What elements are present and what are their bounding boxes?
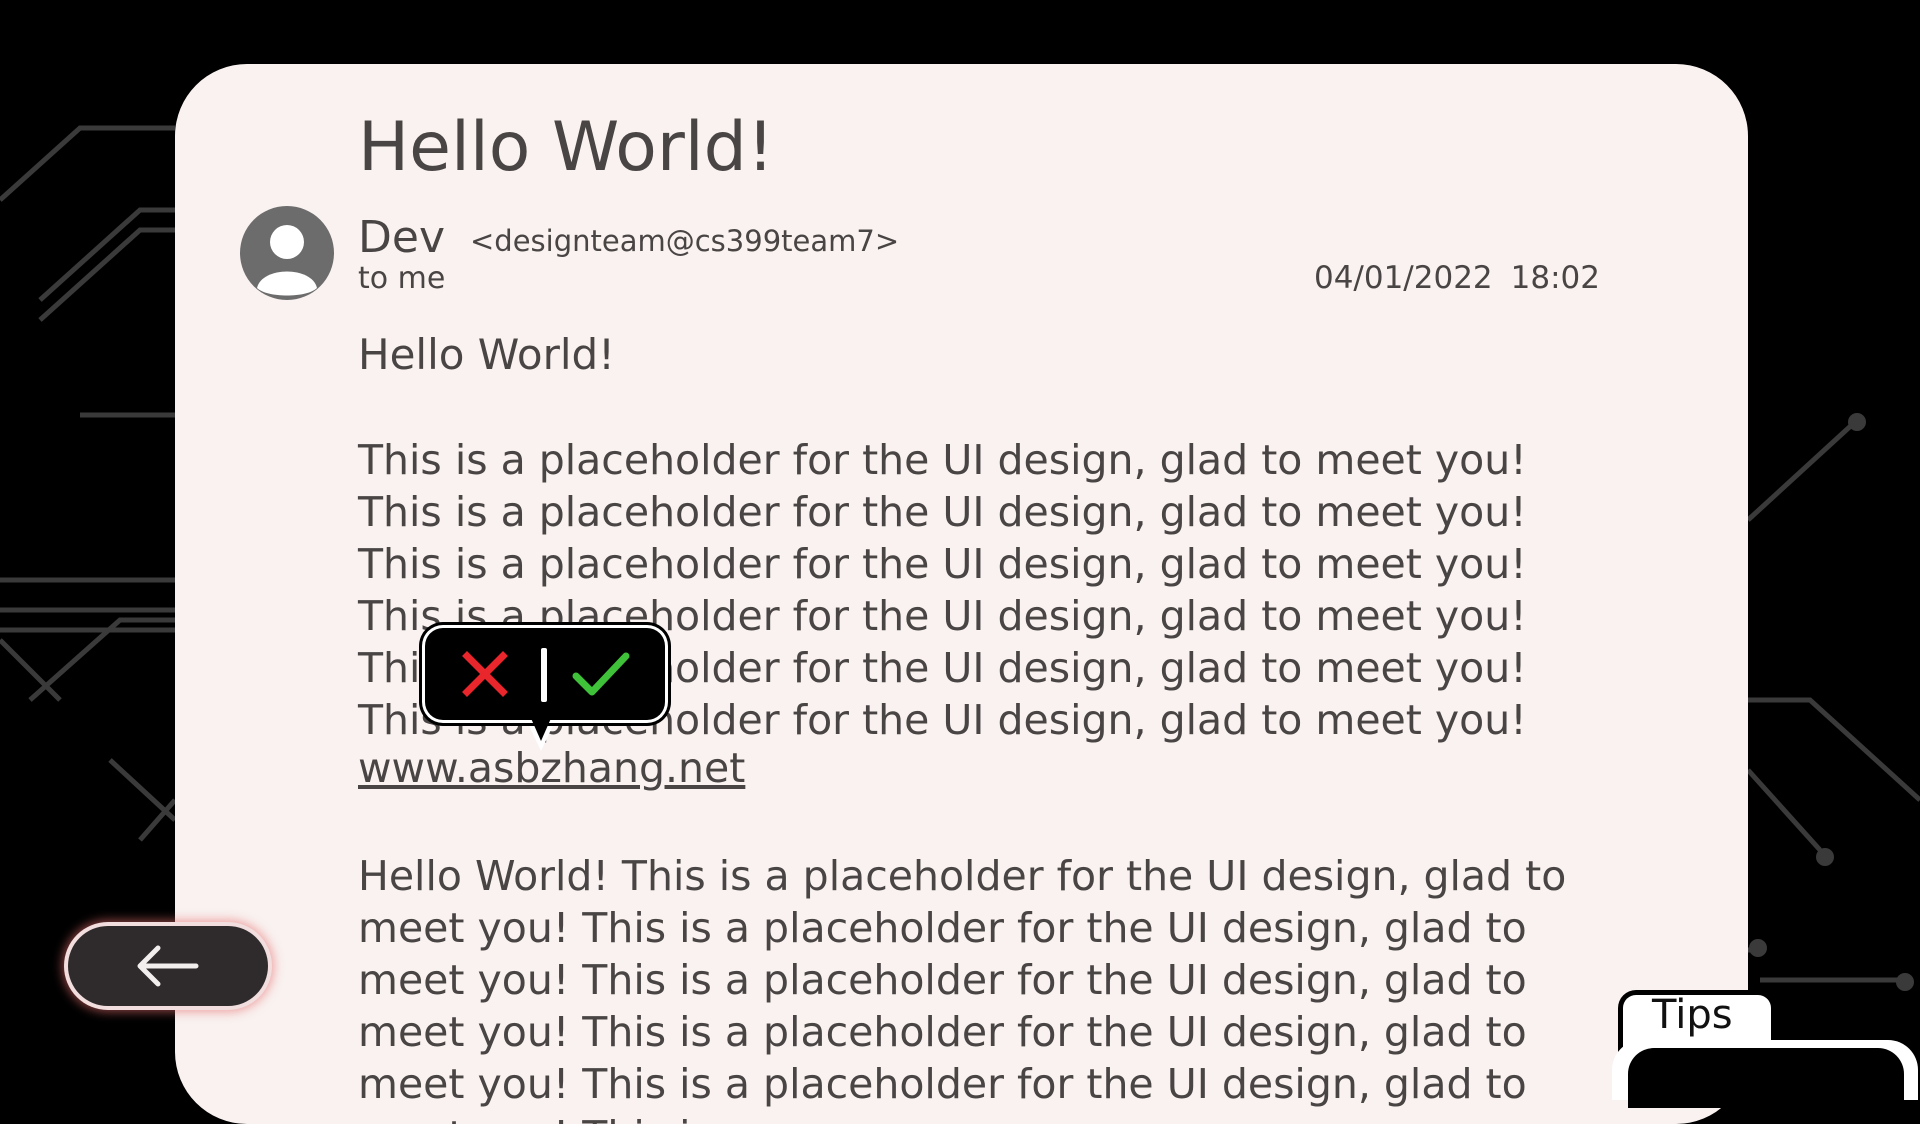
back-button[interactable] [68,926,268,1006]
email-body-paragraph-2: Hello World! This is a placeholder for t… [358,852,1567,1124]
email-time: 18:02 [1510,260,1600,296]
user-icon [257,225,317,296]
popup-tail [530,716,552,741]
email-link[interactable]: www.asbzhang.net [358,744,745,792]
reject-button[interactable] [455,644,515,704]
accept-button[interactable] [570,644,630,704]
check-icon [572,652,630,696]
recipient-label: to me [358,261,446,296]
popup-divider [541,648,547,702]
link-confirm-popup [425,628,665,720]
email-card: Hello World! Dev <designteam@cs399team7>… [175,64,1748,1124]
email-datetime: 04/01/2022 18:02 [1314,260,1600,296]
close-icon [462,651,508,697]
email-subject: Hello World! [358,108,775,187]
email-greeting: Hello World! [358,330,616,379]
sender-email: <designteam@cs399team7> [470,224,900,258]
sender-name: Dev [358,212,445,263]
avatar [240,206,334,300]
tips-panel-content [1628,1048,1904,1108]
arrow-left-icon [137,945,199,987]
tips-label: Tips [1652,992,1733,1038]
email-date: 04/01/2022 [1313,260,1493,296]
